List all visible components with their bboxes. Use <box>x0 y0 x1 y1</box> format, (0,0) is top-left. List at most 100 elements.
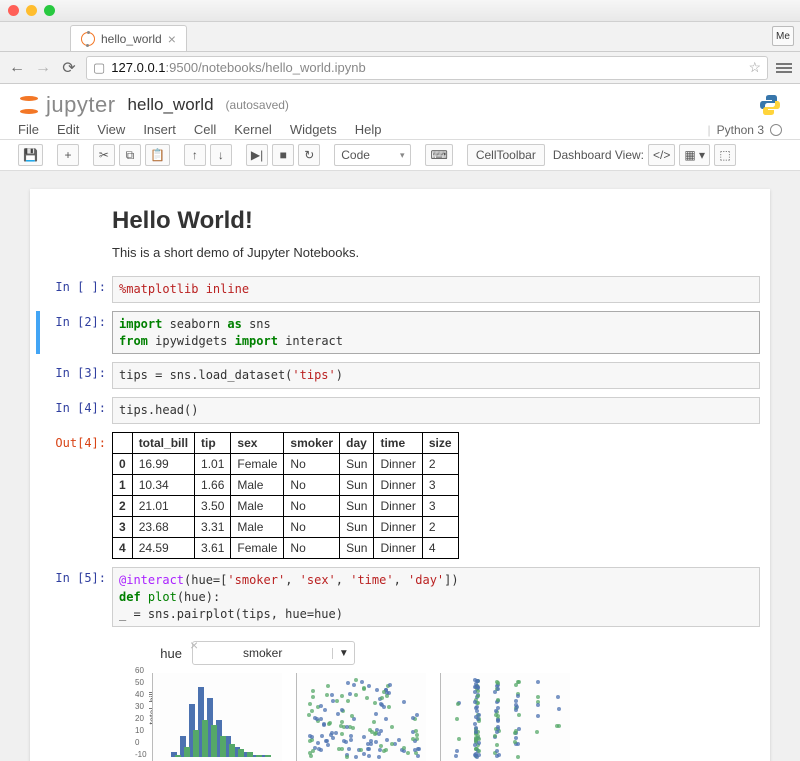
input-prompt: In [3]: <box>40 362 112 389</box>
code-input[interactable]: import seaborn as snsfrom ipywidgets imp… <box>112 311 760 355</box>
table-header: day <box>340 432 374 453</box>
clipboard-icon: 📋 <box>150 148 165 162</box>
notebook-header: jupyter hello_world (autosaved) <box>0 84 800 120</box>
copy-icon: ⧉ <box>126 148 135 163</box>
browser-tab[interactable]: hello_world × <box>70 25 187 51</box>
output-cell: × hue smoker ▼ total_bill -1001020304050… <box>40 635 760 761</box>
autosave-status: (autosaved) <box>226 98 289 112</box>
keyboard-icon: ⌨ <box>430 148 447 162</box>
site-info-icon[interactable]: ▢ <box>93 60 105 76</box>
menu-view[interactable]: View <box>97 122 125 137</box>
menu-edit[interactable]: Edit <box>57 122 79 137</box>
widget-close-icon[interactable]: × <box>190 637 198 653</box>
dashboard-view-label: Dashboard View: <box>553 148 644 162</box>
code-input[interactable]: tips.head() <box>112 397 760 424</box>
table-row: 221.013.50MaleNoSunDinner3 <box>113 495 459 516</box>
command-palette-button[interactable]: ⌨ <box>425 144 452 166</box>
markdown-paragraph: This is a short demo of Jupyter Notebook… <box>112 245 760 260</box>
kernel-indicator[interactable]: | Python 3 <box>708 122 783 137</box>
restart-button[interactable]: ↻ <box>298 144 320 166</box>
celltoolbar-button[interactable]: CellToolbar <box>467 144 545 166</box>
zoom-window-button[interactable] <box>44 5 55 16</box>
code-cell[interactable]: In [5]: @interact(hue=['smoker', 'sex', … <box>40 567 760 627</box>
code-input[interactable]: @interact(hue=['smoker', 'sex', 'time', … <box>112 567 760 627</box>
markdown-cell[interactable]: Hello World! This is a short demo of Jup… <box>40 207 760 268</box>
code-cell[interactable]: In [3]: tips = sns.load_dataset('tips') <box>40 362 760 389</box>
dashboard-grid-button[interactable]: ▦ ▾ <box>679 144 710 166</box>
tab-title: hello_world <box>101 32 162 46</box>
code-cell-selected[interactable]: In [2]: import seaborn as snsfrom ipywid… <box>36 311 760 355</box>
table-header <box>113 432 133 453</box>
table-header: total_bill <box>132 432 194 453</box>
table-row: 323.683.31MaleNoSunDinner2 <box>113 516 459 537</box>
scissors-icon: ✂ <box>99 148 109 162</box>
dashboard-preview-button[interactable]: ⬚ <box>714 144 736 166</box>
address-bar[interactable]: ▢ 127.0.0.1:9500/notebooks/hello_world.i… <box>86 56 768 80</box>
plot-hist-totalbill: total_bill -100102030405060 <box>152 673 282 761</box>
plus-icon: + <box>64 148 71 162</box>
kernel-idle-icon <box>770 124 782 136</box>
run-button[interactable]: ▶| <box>246 144 268 166</box>
table-header: size <box>422 432 458 453</box>
menu-cell[interactable]: Cell <box>194 122 216 137</box>
menu-insert[interactable]: Insert <box>143 122 176 137</box>
code-icon: </> <box>653 148 670 162</box>
pairplot-output: total_bill -100102030405060 <box>112 665 760 761</box>
menu-kernel[interactable]: Kernel <box>234 122 272 137</box>
jupyter-logo-icon <box>18 94 40 116</box>
cut-button[interactable]: ✂ <box>93 144 115 166</box>
close-tab-icon[interactable]: × <box>168 31 176 47</box>
menu-file[interactable]: File <box>18 122 39 137</box>
interrupt-button[interactable]: ■ <box>272 144 294 166</box>
close-window-button[interactable] <box>8 5 19 16</box>
bookmark-star-icon[interactable]: ☆ <box>748 59 761 76</box>
notebook-container: Hello World! This is a short demo of Jup… <box>30 189 770 761</box>
reload-button[interactable]: ⟳ <box>60 59 78 77</box>
arrow-down-icon: ↓ <box>218 148 224 162</box>
input-prompt: In [5]: <box>40 567 112 627</box>
dataframe-table: total_billtipsexsmokerdaytimesize 016.99… <box>112 432 459 559</box>
table-row: 424.593.61FemaleNoSunDinner4 <box>113 537 459 558</box>
forward-button[interactable]: → <box>34 59 52 77</box>
jupyter-app: jupyter hello_world (autosaved) File Edi… <box>0 84 800 761</box>
code-input[interactable]: %matplotlib inline <box>112 276 760 303</box>
output-prompt: Out[4]: <box>40 432 112 559</box>
save-button[interactable]: 💾 <box>18 144 43 166</box>
move-down-button[interactable]: ↓ <box>210 144 232 166</box>
jupyter-favicon-icon <box>81 32 95 46</box>
menu-widgets[interactable]: Widgets <box>290 122 337 137</box>
dashboard-code-button[interactable]: </> <box>648 144 675 166</box>
dashboard-icon: ⬚ <box>719 148 730 162</box>
code-cell[interactable]: In [4]: tips.head() <box>40 397 760 424</box>
grid-icon: ▦ ▾ <box>684 148 705 162</box>
minimize-window-button[interactable] <box>26 5 37 16</box>
markdown-heading: Hello World! <box>112 207 760 235</box>
jupyter-logo[interactable]: jupyter <box>18 92 116 118</box>
browser-toolbar: ← → ⟳ ▢ 127.0.0.1:9500/notebooks/hello_w… <box>0 52 800 84</box>
table-header: time <box>374 432 422 453</box>
notebook-area: Hello World! This is a short demo of Jup… <box>0 171 800 761</box>
hue-dropdown[interactable]: smoker ▼ <box>192 641 355 665</box>
code-cell[interactable]: In [ ]: %matplotlib inline <box>40 276 760 303</box>
move-up-button[interactable]: ↑ <box>184 144 206 166</box>
table-header: sex <box>231 432 284 453</box>
notebook-name[interactable]: hello_world <box>128 95 214 115</box>
copy-button[interactable]: ⧉ <box>119 144 141 166</box>
insert-cell-button[interactable]: + <box>57 144 79 166</box>
back-button[interactable]: ← <box>8 59 26 77</box>
table-header: smoker <box>284 432 340 453</box>
menu-help[interactable]: Help <box>355 122 382 137</box>
chrome-menu-button[interactable] <box>776 63 792 73</box>
refresh-icon: ↻ <box>304 148 314 162</box>
code-input[interactable]: tips = sns.load_dataset('tips') <box>112 362 760 389</box>
paste-button[interactable]: 📋 <box>145 144 170 166</box>
window-titlebar <box>0 0 800 22</box>
browser-tabstrip: hello_world × Me <box>0 22 800 52</box>
input-prompt: In [2]: <box>40 311 112 355</box>
save-icon: 💾 <box>23 148 38 162</box>
table-header: tip <box>195 432 231 453</box>
arrow-up-icon: ↑ <box>192 148 198 162</box>
table-row: 110.341.66MaleNoSunDinner3 <box>113 474 459 495</box>
chrome-profile-button[interactable]: Me <box>772 26 794 46</box>
celltype-select[interactable]: Code <box>334 144 411 166</box>
